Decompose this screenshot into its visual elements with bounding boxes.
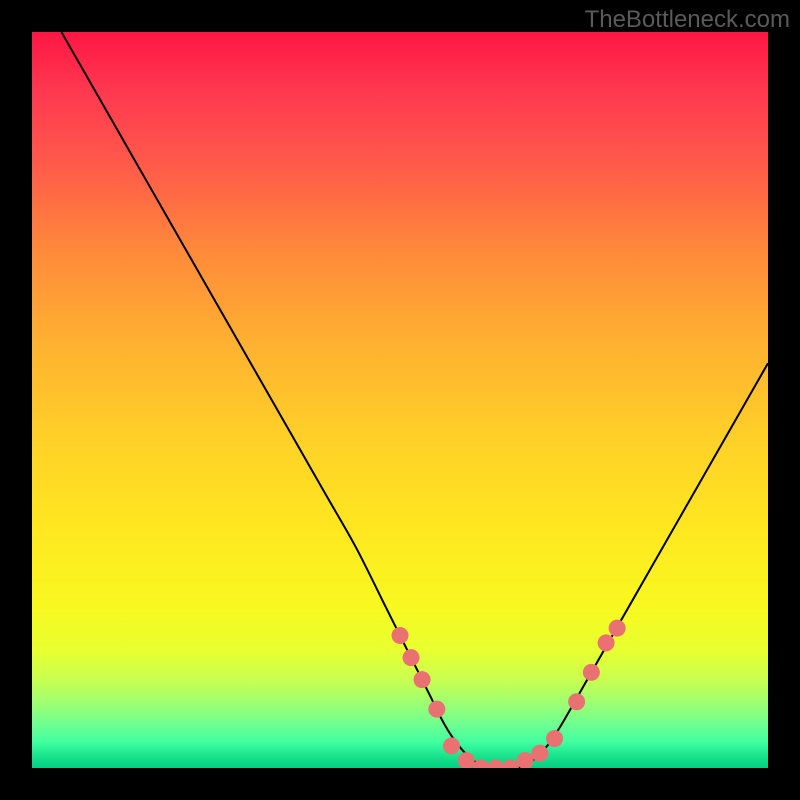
chart-svg — [32, 32, 768, 768]
curve-marker — [392, 627, 409, 644]
watermark-text: TheBottleneck.com — [585, 6, 790, 34]
curve-marker — [568, 693, 585, 710]
curve-marker — [598, 634, 615, 651]
curve-marker — [458, 752, 475, 768]
curve-marker — [487, 760, 504, 769]
chart-plot-area — [32, 32, 768, 768]
curve-marker — [443, 737, 460, 754]
curve-marker — [502, 760, 519, 769]
curve-marker — [428, 701, 445, 718]
curve-marker — [583, 664, 600, 681]
curve-marker — [531, 745, 548, 762]
curve-marker — [414, 671, 431, 688]
curve-marker — [517, 752, 534, 768]
curve-marker — [609, 620, 626, 637]
curve-marker — [403, 649, 420, 666]
curve-markers — [392, 620, 626, 768]
curve-marker — [546, 730, 563, 747]
